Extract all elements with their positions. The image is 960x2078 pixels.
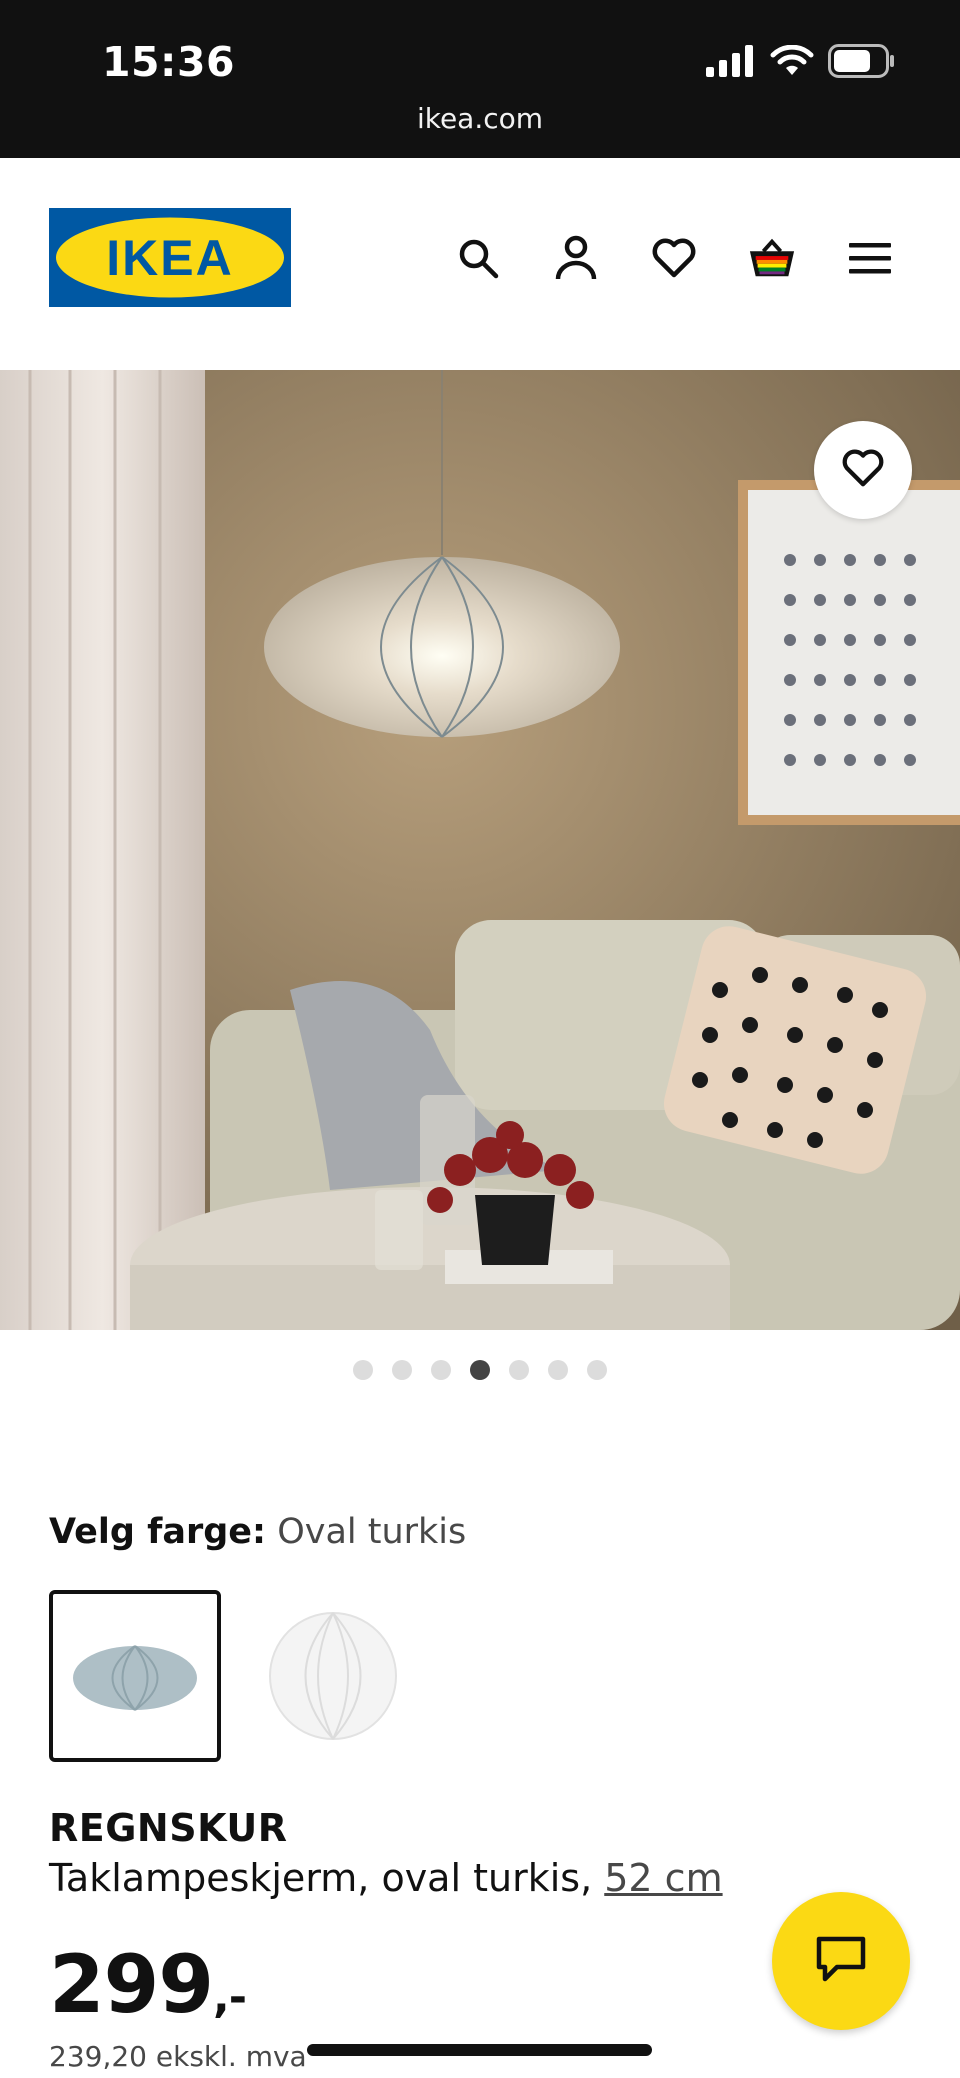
search-icon[interactable] [454,234,502,282]
carousel-dot[interactable] [509,1360,529,1380]
color-selection-label: Velg farge: Oval turkis [49,1512,466,1552]
product-size-link[interactable]: 52 cm [604,1856,722,1900]
ikea-logo[interactable]: IKEA [49,208,291,307]
carousel-dot[interactable] [587,1360,607,1380]
wifi-icon [770,44,814,81]
chat-icon [815,1935,867,1987]
carousel-dot-active[interactable] [470,1360,490,1380]
swatch-white-round[interactable] [247,1590,419,1762]
signal-icon [706,45,756,81]
menu-icon[interactable] [846,234,894,282]
svg-text:IKEA: IKEA [106,230,233,286]
swatch-oval-turkis[interactable] [49,1590,221,1762]
site-header: IKEA [0,158,960,370]
price-suffix: ,- [213,1972,247,2023]
carousel-dot[interactable] [392,1360,412,1380]
battery-icon [828,44,896,82]
status-bar: 15:36 ikea.com [0,0,960,158]
product-photo [0,370,960,1330]
product-image[interactable] [0,370,960,1330]
carousel-dots [0,1360,960,1380]
add-to-favourites-button[interactable] [814,421,912,519]
chat-button[interactable] [772,1892,910,2030]
carousel-dot[interactable] [353,1360,373,1380]
carousel-dot[interactable] [548,1360,568,1380]
url-bar[interactable]: ikea.com [0,102,960,135]
header-icons [454,234,894,282]
product-description-text: Taklampeskjerm, oval turkis, [49,1856,593,1900]
price-value: 299 [49,1938,214,2031]
product-name: REGNSKUR [49,1806,288,1850]
favourites-icon[interactable] [650,234,698,282]
product-price: 299,- [49,1938,247,2031]
home-indicator [307,2044,652,2056]
basket-icon[interactable] [748,234,796,282]
status-time: 15:36 [102,38,236,86]
color-label: Velg farge: [49,1512,267,1552]
heart-icon [841,448,885,492]
carousel-dot[interactable] [431,1360,451,1380]
color-swatches [49,1590,419,1762]
status-icons [706,44,896,82]
color-value: Oval turkis [277,1512,467,1552]
product-description: Taklampeskjerm, oval turkis, 52 cm [49,1856,723,1900]
price-ex-vat: 239,20 ekskl. mva [49,2040,307,2073]
account-icon[interactable] [552,234,600,282]
